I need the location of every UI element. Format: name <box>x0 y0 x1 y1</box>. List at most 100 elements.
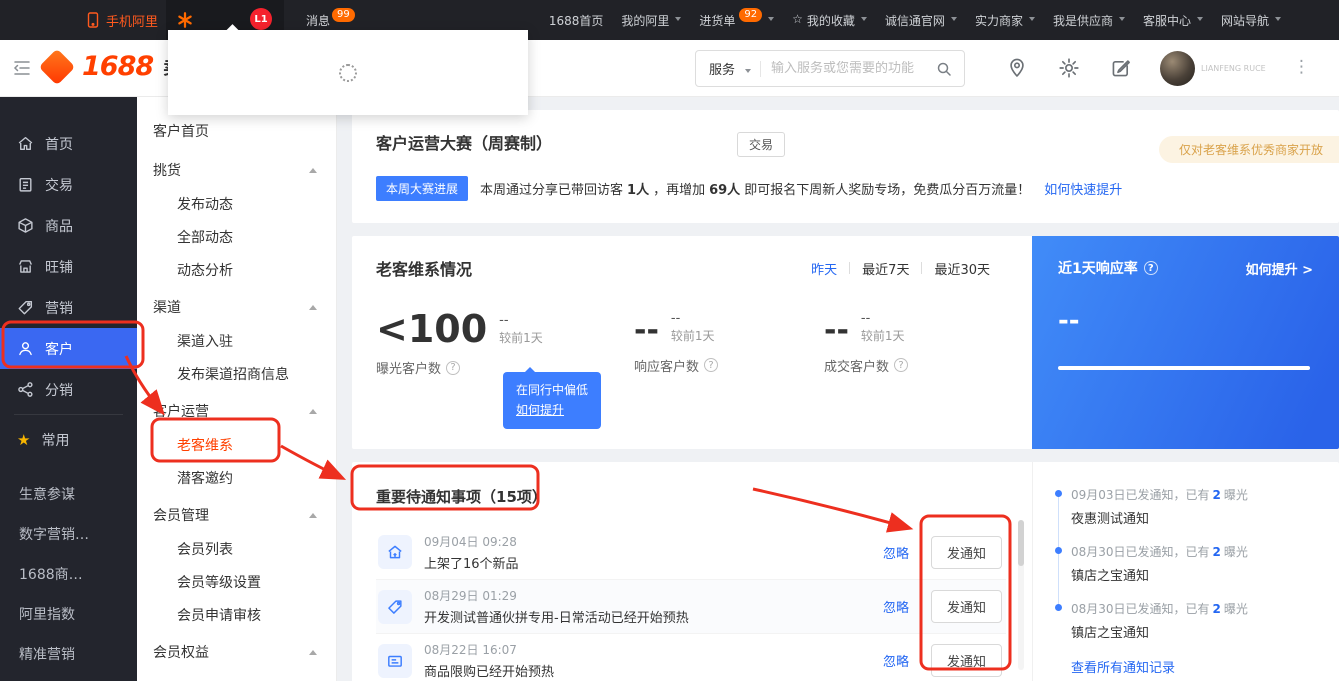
metric-delta: -- <box>499 313 509 329</box>
metric-responding-customers: -- -- 较前1天 响应客户数 <box>634 310 824 377</box>
metric-label: 成交客户数 <box>824 359 890 375</box>
sidebar-item-home[interactable]: 首页 <box>0 123 137 164</box>
notices-card: 重要待通知事项（15项） 09月04日 09:28 上架了16个新品 忽略 发通… <box>352 462 1339 681</box>
contest-progress-row: 本周大赛进展 本周通过分享已带回访客 1人 ，再增加 69人 即可报名下周新人奖… <box>376 176 1315 201</box>
submenu-item-channel-join[interactable]: 渠道入驻 <box>137 326 336 359</box>
submenu-item-publish-feed[interactable]: 发布动态 <box>137 189 336 222</box>
tooltip-improve-link[interactable]: 如何提升 <box>516 400 588 420</box>
panel-improve-link[interactable]: 如何提升 > <box>1246 259 1313 278</box>
submenu-section-channel[interactable]: 渠道 <box>137 288 336 326</box>
submenu-item-prospect-invite[interactable]: 潜客邀约 <box>137 463 336 496</box>
cart-count-badge: 92 <box>739 7 763 22</box>
topbar-link-my-ali[interactable]: 我的阿里 <box>621 12 682 29</box>
collapse-sidebar-icon[interactable] <box>12 59 32 77</box>
tab-last-7-days[interactable]: 最近7天 <box>862 259 909 278</box>
send-notification-button[interactable]: 发通知 <box>930 590 1002 623</box>
metric-value: <100 <box>376 307 488 351</box>
submenu-item-all-feed[interactable]: 全部动态 <box>137 222 336 255</box>
messages-count-badge: 99 <box>332 7 355 22</box>
caret-down-icon <box>1196 16 1203 21</box>
caret-down-icon <box>860 16 867 21</box>
sidebar-item-shop[interactable]: 旺铺 <box>0 246 137 287</box>
sidebar-item-marketing[interactable]: 营销 <box>0 287 137 328</box>
search-icon[interactable] <box>936 61 952 77</box>
search-input[interactable] <box>761 61 936 76</box>
topbar-mobile-ali[interactable]: 手机阿里 <box>86 11 158 30</box>
secondary-sidebar: 客户首页 挑货 发布动态 全部动态 动态分析 渠道 渠道入驻 发布渠道招商信息 … <box>137 97 337 681</box>
search-category-select[interactable]: 服务 <box>696 59 760 78</box>
topbar-link-service-center[interactable]: 客服中心 <box>1143 12 1203 29</box>
star-icon <box>792 12 805 26</box>
settings-gear-icon[interactable] <box>1058 57 1080 79</box>
send-notification-button[interactable]: 发通知 <box>930 644 1002 677</box>
phone-icon <box>87 12 99 28</box>
notice-date: 09月04日 09:28 <box>424 534 517 549</box>
products-icon <box>18 218 33 233</box>
ignore-link[interactable]: 忽略 <box>883 543 909 562</box>
caret-down-icon <box>1275 16 1281 21</box>
topbar-link-favorites[interactable]: 我的收藏 <box>792 12 867 29</box>
ignore-link[interactable]: 忽略 <box>883 597 909 616</box>
submenu-section-customer-operation[interactable]: 客户运营 <box>137 392 336 430</box>
chevron-up-icon <box>309 304 317 310</box>
submenu-item-feed-analysis[interactable]: 动态分析 <box>137 255 336 288</box>
trade-button[interactable]: 交易 <box>737 132 786 157</box>
ignore-link[interactable]: 忽略 <box>883 651 909 670</box>
submenu-item-member-review[interactable]: 会员申请审核 <box>137 600 336 633</box>
submenu-item-member-list[interactable]: 会员列表 <box>137 534 336 567</box>
location-icon[interactable] <box>1006 57 1028 79</box>
tab-yesterday[interactable]: 昨天 <box>811 259 837 278</box>
more-icon[interactable] <box>1293 57 1310 77</box>
quick-link-precision-marketing[interactable]: 精准营销 <box>0 634 137 674</box>
help-icon[interactable] <box>446 360 461 375</box>
sidebar-item-favorites[interactable]: 常用 <box>0 419 137 460</box>
submenu-section-picking[interactable]: 挑货 <box>137 151 336 189</box>
marketing-tag-icon <box>18 300 33 315</box>
quick-link-1688[interactable]: 1688商… <box>0 554 137 594</box>
help-icon[interactable] <box>704 358 719 373</box>
tab-last-30-days[interactable]: 最近30天 <box>934 259 990 278</box>
quick-link-digital-marketing[interactable]: 数字营销… <box>0 514 137 554</box>
topbar-link-supplier[interactable]: 我是供应商 <box>1053 12 1125 29</box>
logo-1688-icon <box>38 48 76 85</box>
how-to-improve-link[interactable]: 如何快速提升 <box>1044 179 1122 198</box>
notice-row: 08月29日 01:29 开发测试普通伙拼专用-日常活动已经开始预热 忽略 发通… <box>376 579 1006 633</box>
history-title: 镇店之宝通知 <box>1071 569 1150 584</box>
send-notification-button[interactable]: 发通知 <box>930 535 1002 569</box>
notices-list: 09月04日 09:28 上架了16个新品 忽略 发通知 08月29日 01:2… <box>376 525 1032 681</box>
response-rate-panel: 近1天响应率 如何提升 > -- <box>1032 236 1339 449</box>
topbar-link-site-nav[interactable]: 网站导航 <box>1221 12 1281 29</box>
account-area: LIANFENG RUCE <box>1160 51 1267 86</box>
sidebar-item-transactions[interactable]: 交易 <box>0 164 137 205</box>
scrollbar-thumb[interactable] <box>1018 520 1024 566</box>
topbar-link-chengxintong[interactable]: 诚信通官网 <box>885 12 957 29</box>
caret-down-icon <box>1028 16 1035 21</box>
scrollbar-track <box>1018 520 1024 670</box>
view-all-records-link[interactable]: 查看所有通知记录 <box>1055 657 1321 676</box>
submenu-section-member-benefits[interactable]: 会员权益 <box>137 633 336 671</box>
compose-icon[interactable] <box>1110 57 1132 79</box>
notice-date: 08月22日 16:07 <box>424 643 517 657</box>
submenu-item-member-level[interactable]: 会员等级设置 <box>137 567 336 600</box>
submenu-item-old-customer-retention[interactable]: 老客维系 <box>137 430 336 463</box>
notice-text: 商品限购已经开始预热 <box>424 665 555 680</box>
avatar[interactable] <box>1160 51 1195 86</box>
sidebar-item-distribution[interactable]: 分销 <box>0 369 137 410</box>
submenu-item-channel-recruit[interactable]: 发布渠道招商信息 <box>137 359 336 392</box>
quick-link-shengyicanmou[interactable]: 生意参谋 <box>0 474 137 514</box>
topbar-messages[interactable]: 消息 99 <box>306 7 355 29</box>
help-icon[interactable] <box>894 358 909 373</box>
sidebar-item-customers[interactable]: 客户 <box>0 328 137 369</box>
topbar-link-1688-home[interactable]: 1688首页 <box>549 12 604 29</box>
sidebar-item-products[interactable]: 商品 <box>0 205 137 246</box>
quick-link-ali-index[interactable]: 阿里指数 <box>0 594 137 634</box>
chevron-up-icon <box>309 649 317 655</box>
quick-links: 生意参谋 数字营销… 1688商… 阿里指数 精准营销 <box>0 474 137 674</box>
submenu-item-customer-home[interactable]: 客户首页 <box>137 113 336 151</box>
topbar-link-cart[interactable]: 进货单 92 <box>699 7 775 29</box>
starburst-icon <box>178 12 192 28</box>
submenu-section-member-management[interactable]: 会员管理 <box>137 496 336 534</box>
help-icon[interactable] <box>1143 261 1158 275</box>
divider <box>921 262 923 274</box>
topbar-link-strength-merchant[interactable]: 实力商家 <box>975 12 1035 29</box>
